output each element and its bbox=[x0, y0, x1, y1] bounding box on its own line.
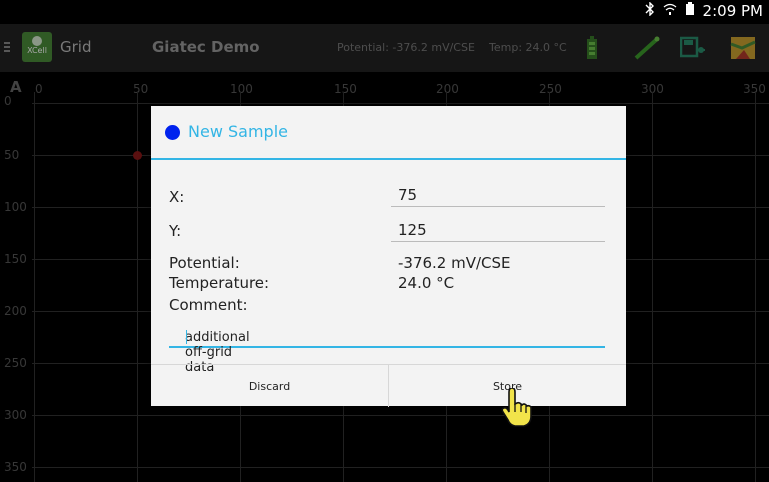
battery-icon bbox=[685, 2, 695, 20]
dialog-title: New Sample bbox=[188, 122, 288, 141]
potential-value: -376.2 mV/CSE bbox=[398, 254, 511, 272]
x-field[interactable]: 75 bbox=[391, 184, 605, 207]
hand-pointer-icon bbox=[500, 387, 534, 432]
comment-input[interactable]: additional off-grid data bbox=[169, 322, 605, 375]
temperature-label: Temperature: bbox=[169, 274, 270, 292]
x-value: 75 bbox=[398, 186, 418, 204]
y-value: 125 bbox=[398, 221, 427, 239]
y-field[interactable]: 125 bbox=[391, 219, 605, 242]
sample-color-dot-icon bbox=[165, 125, 180, 140]
discard-button[interactable]: Discard bbox=[151, 365, 388, 407]
wifi-icon bbox=[663, 2, 677, 20]
temperature-value: 24.0 °C bbox=[398, 274, 455, 292]
potential-label: Potential: bbox=[169, 254, 240, 272]
text-caret bbox=[186, 330, 187, 344]
new-sample-dialog: New Sample X: 75 Y: 125 Potential: -376.… bbox=[151, 106, 626, 407]
dialog-buttons: Discard Store bbox=[151, 364, 626, 407]
dialog-header: New Sample bbox=[151, 106, 626, 160]
x-label: X: bbox=[169, 188, 185, 206]
status-bar: 2:09 PM bbox=[0, 0, 769, 24]
y-label: Y: bbox=[169, 222, 182, 240]
status-time: 2:09 PM bbox=[702, 2, 763, 20]
bluetooth-icon bbox=[645, 1, 655, 20]
comment-label: Comment: bbox=[169, 296, 248, 314]
